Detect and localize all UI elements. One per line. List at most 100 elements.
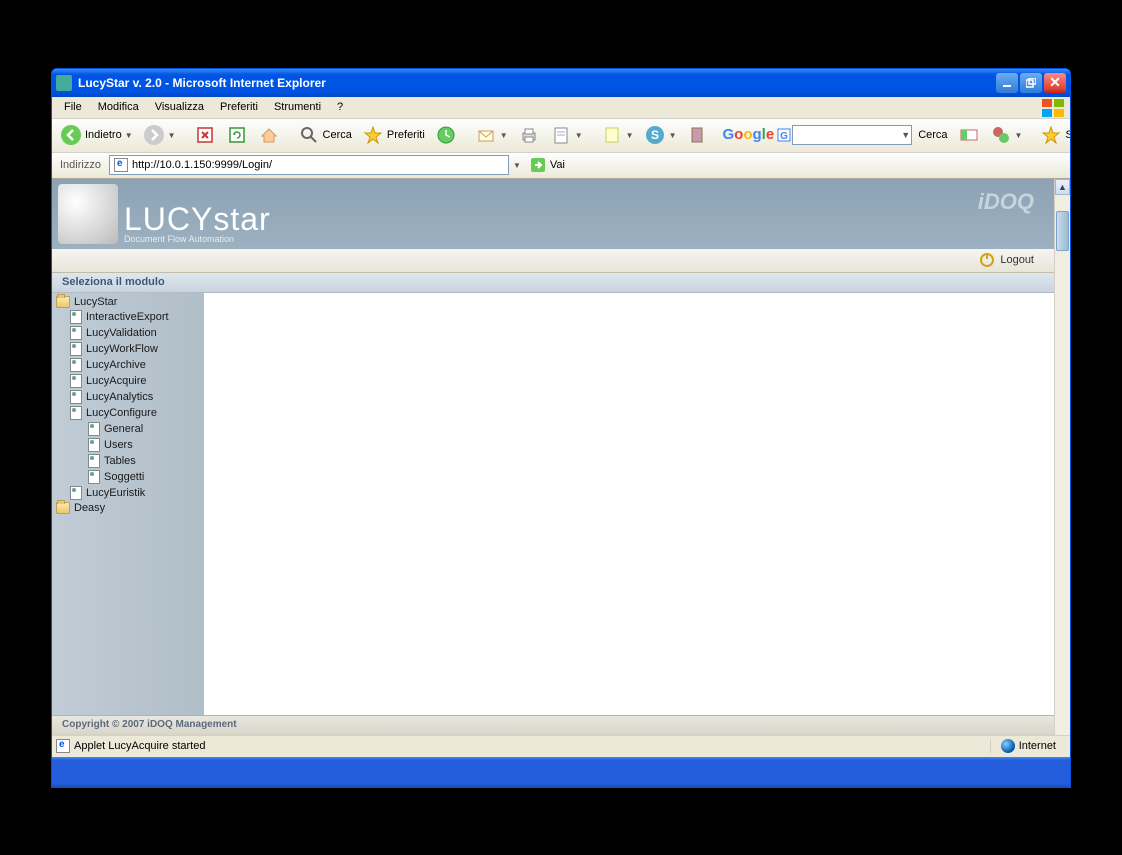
close-button[interactable]: ✕ xyxy=(1044,73,1066,93)
rank-icon xyxy=(958,124,980,146)
mail-icon xyxy=(475,124,497,146)
chevron-down-icon[interactable]: ▼ xyxy=(901,130,910,140)
window-title: LucyStar v. 2.0 - Microsoft Internet Exp… xyxy=(78,76,994,90)
titlebar: LucyStar v. 2.0 - Microsoft Internet Exp… xyxy=(52,69,1070,97)
brand-name: LUCYstar xyxy=(124,201,271,237)
scroll-thumb[interactable] xyxy=(1056,211,1069,251)
main-area: LucyStar InteractiveExport LucyValidatio… xyxy=(52,293,1054,715)
tree-item-general[interactable]: General xyxy=(52,421,204,437)
tree-item-interactiveexport[interactable]: InteractiveExport xyxy=(52,309,204,325)
tree-item-lucyworkflow[interactable]: LucyWorkFlow xyxy=(52,341,204,357)
notes-icon xyxy=(601,124,623,146)
google-rank-button[interactable] xyxy=(954,122,984,148)
tree-item-soggetti[interactable]: Soggetti xyxy=(52,469,204,485)
page-icon xyxy=(114,158,128,172)
google-search-wrap: G ▼ xyxy=(776,124,912,146)
chevron-down-icon: ▼ xyxy=(669,131,677,140)
chevron-down-icon: ▼ xyxy=(168,131,176,140)
page-icon xyxy=(70,486,82,500)
idoq-logo: iDOQ xyxy=(978,189,1034,215)
chevron-down-icon: ▼ xyxy=(575,131,583,140)
taskbar xyxy=(52,757,1070,787)
bookmarks-button[interactable]: Segnalibri ▼ xyxy=(1036,122,1071,148)
page-icon xyxy=(88,422,100,436)
tree-item-tables[interactable]: Tables xyxy=(52,453,204,469)
page-icon xyxy=(70,310,82,324)
google-blocker-button[interactable]: ▼ xyxy=(986,122,1027,148)
minimize-button[interactable] xyxy=(996,73,1018,93)
go-button[interactable]: Vai xyxy=(525,152,569,178)
windows-flag-icon xyxy=(1042,99,1066,117)
blocker-icon xyxy=(990,124,1012,146)
stop-button[interactable] xyxy=(190,122,220,148)
stop-icon xyxy=(194,124,216,146)
maximize-button[interactable] xyxy=(1020,73,1042,93)
menu-file[interactable]: File xyxy=(56,99,90,115)
notes-button[interactable]: ▼ xyxy=(597,122,638,148)
hand-icon xyxy=(58,184,118,244)
menu-view[interactable]: Visualizza xyxy=(147,99,212,115)
logout-button[interactable]: Logout xyxy=(980,253,1034,267)
google-search-input[interactable] xyxy=(792,125,912,145)
skype-icon: S xyxy=(644,124,666,146)
print-icon xyxy=(518,124,540,146)
page-icon xyxy=(88,438,100,452)
forward-button[interactable]: ▼ xyxy=(139,122,180,148)
favorites-button[interactable]: Preferiti xyxy=(358,122,429,148)
history-button[interactable] xyxy=(431,122,461,148)
folder-icon xyxy=(56,502,70,514)
forward-icon xyxy=(143,124,165,146)
search-button[interactable]: Cerca xyxy=(294,122,356,148)
menu-edit[interactable]: Modifica xyxy=(90,99,147,115)
tool-button[interactable] xyxy=(682,122,712,148)
workspace xyxy=(204,293,1054,715)
menu-tools[interactable]: Strumenti xyxy=(266,99,329,115)
refresh-button[interactable] xyxy=(222,122,252,148)
status-text: Applet LucyAcquire started xyxy=(56,739,205,753)
tree-item-lucyeuristik[interactable]: LucyEuristik xyxy=(52,485,204,501)
search-icon xyxy=(298,124,320,146)
toolbar: Indietro ▼ ▼ Cerca Preferiti xyxy=(52,119,1070,153)
security-zone: Internet xyxy=(990,739,1066,753)
browser-window: LucyStar v. 2.0 - Microsoft Internet Exp… xyxy=(51,68,1071,788)
tree-item-lucyarchive[interactable]: LucyArchive xyxy=(52,357,204,373)
back-button[interactable]: Indietro ▼ xyxy=(56,122,137,148)
tree-root-deasy[interactable]: Deasy xyxy=(52,501,204,515)
module-title: Seleziona il modulo xyxy=(52,273,1054,293)
mail-button[interactable]: ▼ xyxy=(471,122,512,148)
menu-help[interactable]: ? xyxy=(329,99,351,115)
go-icon xyxy=(529,154,547,176)
chevron-down-icon: ▼ xyxy=(626,131,634,140)
globe-icon xyxy=(1001,739,1015,753)
vertical-scrollbar[interactable]: ▲ xyxy=(1054,179,1070,735)
skype-button[interactable]: S ▼ xyxy=(640,122,681,148)
svg-text:S: S xyxy=(651,128,659,142)
logout-bar: Logout xyxy=(52,249,1054,273)
tree-item-lucyanalytics[interactable]: LucyAnalytics xyxy=(52,389,204,405)
tool-icon xyxy=(686,124,708,146)
app-logo: LUCYstar Document Flow Automation xyxy=(52,184,271,244)
back-icon xyxy=(60,124,82,146)
address-url: http://10.0.1.150:9999/Login/ xyxy=(132,159,272,171)
chevron-down-icon[interactable]: ▼ xyxy=(513,161,521,170)
page-icon xyxy=(56,739,70,753)
home-button[interactable] xyxy=(254,122,284,148)
menu-favorites[interactable]: Preferiti xyxy=(212,99,266,115)
page-icon xyxy=(70,390,82,404)
tree-root-lucystar[interactable]: LucyStar xyxy=(52,295,204,309)
scroll-up-button[interactable]: ▲ xyxy=(1055,179,1070,195)
google-search-button[interactable]: Cerca xyxy=(914,127,951,143)
svg-text:G: G xyxy=(780,131,788,142)
tree-item-users[interactable]: Users xyxy=(52,437,204,453)
addressbar: Indirizzo http://10.0.1.150:9999/Login/ … xyxy=(52,153,1070,179)
tree-item-lucyvalidation[interactable]: LucyValidation xyxy=(52,325,204,341)
tree-item-lucyacquire[interactable]: LucyAcquire xyxy=(52,373,204,389)
page-icon xyxy=(70,342,82,356)
tree-item-lucyconfigure[interactable]: LucyConfigure xyxy=(52,405,204,421)
address-input[interactable]: http://10.0.1.150:9999/Login/ xyxy=(109,155,509,175)
folder-icon xyxy=(56,296,70,308)
app-footer: Copyright © 2007 iDOQ Management xyxy=(52,715,1054,735)
edit-button[interactable]: ▼ xyxy=(546,122,587,148)
star-icon xyxy=(1040,124,1062,146)
print-button[interactable] xyxy=(514,122,544,148)
